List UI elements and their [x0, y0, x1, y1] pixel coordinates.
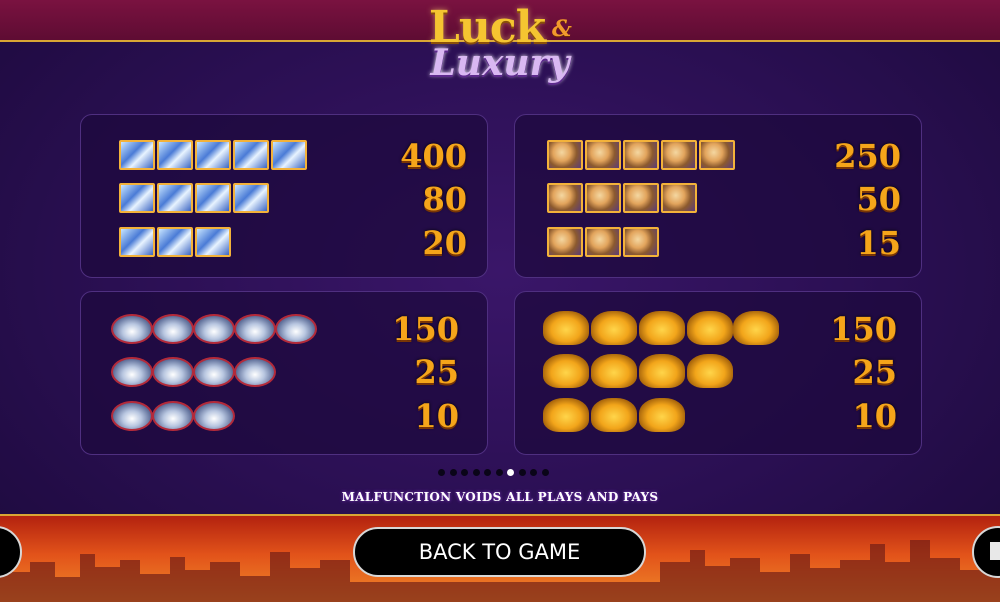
- diamond-box-icon: [233, 140, 269, 170]
- page-dot[interactable]: [507, 469, 514, 476]
- payout-value: 10: [414, 397, 459, 435]
- sports-car-icon: [543, 354, 589, 388]
- gem-icon: [111, 314, 153, 344]
- gem-icon: [193, 357, 235, 387]
- paytable-panel-diamond-box: 400 80 20: [80, 114, 488, 278]
- page-dot[interactable]: [530, 469, 537, 476]
- paytable-row: 15: [515, 225, 921, 261]
- paytable-row: 25: [81, 354, 487, 390]
- page-dot[interactable]: [484, 469, 491, 476]
- woman-portrait-icon: [585, 140, 621, 170]
- woman-portrait-icon: [623, 183, 659, 213]
- diamond-box-icon: [119, 227, 155, 257]
- payout-value: 10: [852, 397, 897, 435]
- payout-value: 400: [400, 137, 467, 175]
- payout-value: 80: [422, 180, 467, 218]
- woman-portrait-icon: [661, 140, 697, 170]
- sports-car-icon: [591, 354, 637, 388]
- paytable-row: 80: [81, 181, 487, 217]
- paytable-row: 150: [81, 311, 487, 347]
- sports-car-icon: [591, 311, 637, 345]
- payout-value: 25: [414, 353, 459, 391]
- gem-icon: [234, 314, 276, 344]
- sports-car-icon: [591, 398, 637, 432]
- next-icon: [990, 542, 1000, 560]
- page-dot[interactable]: [472, 469, 480, 476]
- page-dot[interactable]: [495, 469, 503, 476]
- gem-icon: [275, 314, 317, 344]
- sports-car-icon: [639, 311, 685, 345]
- diamond-box-icon: [195, 227, 231, 257]
- payout-value: 150: [830, 310, 897, 348]
- sports-car-icon: [543, 311, 589, 345]
- woman-portrait-icon: [547, 227, 583, 257]
- page-dot[interactable]: [449, 469, 457, 476]
- payout-value: 250: [834, 137, 901, 175]
- paytable-row: 150: [515, 311, 921, 347]
- payout-value: 150: [392, 310, 459, 348]
- diamond-box-icon: [233, 183, 269, 213]
- paytable-row: 10: [81, 398, 487, 434]
- diamond-box-icon: [157, 227, 193, 257]
- gem-icon: [193, 314, 235, 344]
- diamond-box-icon: [157, 183, 193, 213]
- sports-car-icon: [543, 398, 589, 432]
- diamond-box-icon: [271, 140, 307, 170]
- gem-icon: [193, 401, 235, 431]
- woman-portrait-icon: [623, 140, 659, 170]
- gem-icon: [152, 314, 194, 344]
- diamond-box-icon: [119, 140, 155, 170]
- page-dot[interactable]: [541, 469, 549, 476]
- paytable-row: 400: [81, 138, 487, 174]
- payout-value: 15: [856, 224, 901, 262]
- paytable-panel-woman-portrait: 250 50 15: [514, 114, 922, 278]
- woman-portrait-icon: [585, 227, 621, 257]
- diamond-box-icon: [195, 183, 231, 213]
- sports-car-icon: [639, 398, 685, 432]
- paytable-row: 25: [515, 354, 921, 390]
- woman-portrait-icon: [661, 183, 697, 213]
- paytable-row: 50: [515, 181, 921, 217]
- gem-icon: [152, 401, 194, 431]
- woman-portrait-icon: [547, 183, 583, 213]
- payout-value: 50: [856, 180, 901, 218]
- sports-car-icon: [687, 311, 733, 345]
- paytable-panel-gem: 150 25 10: [80, 291, 488, 455]
- page-dot[interactable]: [438, 469, 445, 476]
- page-dot[interactable]: [518, 469, 526, 476]
- sports-car-icon: [687, 354, 733, 388]
- sports-car-icon: [733, 311, 779, 345]
- logo-ampersand: &: [552, 16, 572, 42]
- diamond-box-icon: [195, 140, 231, 170]
- payout-value: 20: [422, 224, 467, 262]
- page-dot[interactable]: [461, 469, 468, 476]
- gem-icon: [111, 357, 153, 387]
- diamond-box-icon: [157, 140, 193, 170]
- woman-portrait-icon: [699, 140, 735, 170]
- diamond-box-icon: [119, 183, 155, 213]
- woman-portrait-icon: [623, 227, 659, 257]
- logo-luxury-text: Luxury: [430, 42, 570, 84]
- paytable-panel-sports-car: 150 25 10: [514, 291, 922, 455]
- disclaimer-text: MALFUNCTION VOIDS ALL PLAYS AND PAYS: [341, 490, 659, 504]
- sports-car-icon: [639, 354, 685, 388]
- gem-icon: [152, 357, 194, 387]
- woman-portrait-icon: [585, 183, 621, 213]
- woman-portrait-icon: [547, 140, 583, 170]
- payout-value: 25: [852, 353, 897, 391]
- paytable-row: 250: [515, 138, 921, 174]
- paytable-row: 10: [515, 398, 921, 434]
- paytable-row: 20: [81, 225, 487, 261]
- gem-icon: [111, 401, 153, 431]
- back-to-game-button[interactable]: BACK TO GAME: [353, 527, 646, 577]
- game-logo: Luck & Luxury: [400, 2, 600, 98]
- gem-icon: [234, 357, 276, 387]
